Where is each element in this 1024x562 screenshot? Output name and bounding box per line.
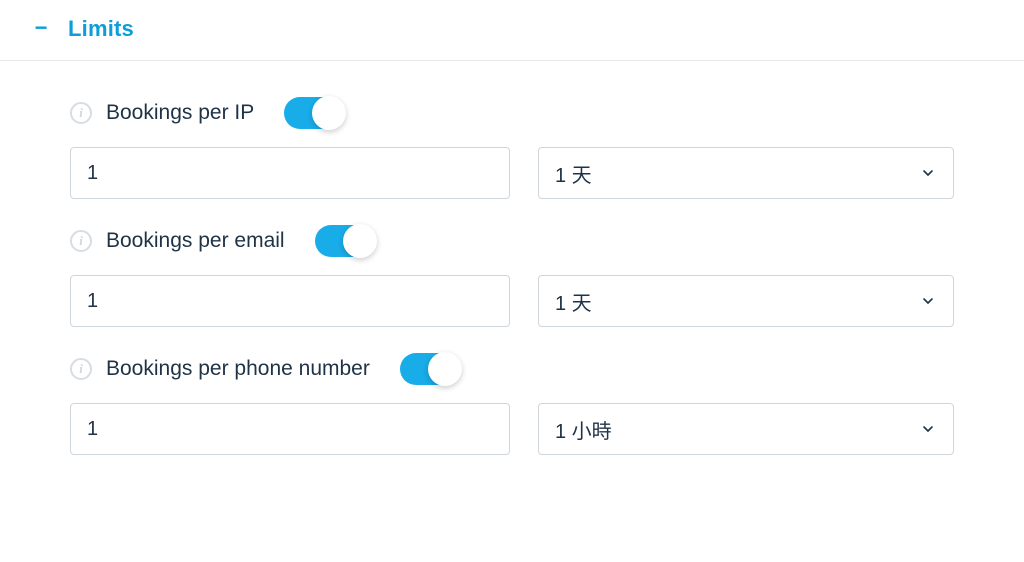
period-value: 1 小時 [555,415,612,444]
chevron-down-icon [919,420,937,438]
limit-row-top: i Bookings per email [70,225,954,257]
limit-bookings-per-ip: i Bookings per IP 1 1 天 [70,97,954,199]
limit-row-inputs: 1 1 天 [70,147,954,199]
limit-label: Bookings per IP [106,101,254,125]
period-value: 1 天 [555,159,592,188]
info-icon[interactable]: i [70,230,92,252]
collapse-icon[interactable]: − [30,15,52,41]
limit-row-top: i Bookings per phone number [70,353,954,385]
chevron-down-icon [919,164,937,182]
chevron-down-icon [919,292,937,310]
count-input[interactable]: 1 [70,275,510,327]
info-icon[interactable]: i [70,102,92,124]
period-select[interactable]: 1 天 [538,147,954,199]
section-body: i Bookings per IP 1 1 天 i Bookings per e… [0,61,1024,475]
period-select[interactable]: 1 小時 [538,403,954,455]
limit-label: Bookings per email [106,229,285,253]
toggle-bookings-per-phone[interactable] [400,353,460,385]
section-header[interactable]: − Limits [0,0,1024,61]
period-select[interactable]: 1 天 [538,275,954,327]
limit-row-inputs: 1 1 天 [70,275,954,327]
section-title: Limits [68,16,134,42]
count-input[interactable]: 1 [70,147,510,199]
limit-row-inputs: 1 1 小時 [70,403,954,455]
info-icon[interactable]: i [70,358,92,380]
count-input[interactable]: 1 [70,403,510,455]
period-value: 1 天 [555,287,592,316]
toggle-bookings-per-ip[interactable] [284,97,344,129]
limit-label: Bookings per phone number [106,357,370,381]
limit-bookings-per-phone: i Bookings per phone number 1 1 小時 [70,353,954,455]
toggle-bookings-per-email[interactable] [315,225,375,257]
limit-row-top: i Bookings per IP [70,97,954,129]
limit-bookings-per-email: i Bookings per email 1 1 天 [70,225,954,327]
